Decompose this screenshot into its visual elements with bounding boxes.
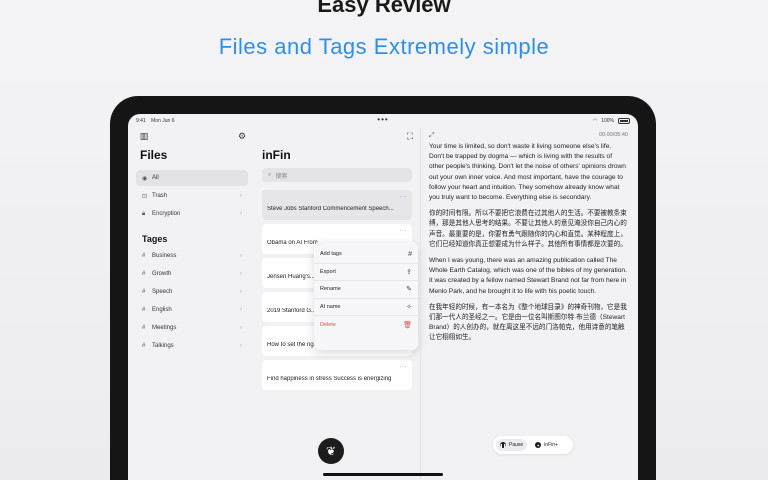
playback-timer: 00:00/05:40 <box>598 132 628 138</box>
menu-item-export[interactable]: Export ⇪ <box>314 264 418 281</box>
list-title: inFin <box>262 148 291 162</box>
hash-icon: # <box>142 271 146 277</box>
app-screen: 9:41 Mon Jun 6 ••• ◠ 100% ▥ ⚙ Files ◉ Al… <box>128 114 638 480</box>
chevron-right-icon: › <box>240 193 242 199</box>
menu-item-label: Add tags <box>320 251 342 258</box>
file-card-title: Find happiness in stress Success is ener… <box>267 376 392 382</box>
infin-label: inFin+ <box>544 442 558 448</box>
more-options-icon[interactable]: ··· <box>400 194 408 200</box>
infin-icon: ✦ <box>535 442 542 448</box>
multitask-dots-icon[interactable]: ••• <box>377 115 388 124</box>
chevron-right-icon: › <box>240 211 242 217</box>
files-title: Files <box>140 148 168 162</box>
lock-icon: 🔒︎ <box>142 210 146 217</box>
sidebar-item-trash[interactable]: ⊡ Trash › <box>136 188 248 204</box>
menu-item-label: Export <box>320 268 336 275</box>
menu-item-label: AI name <box>320 303 341 310</box>
expand-icon[interactable]: ⤢ <box>429 132 435 140</box>
search-icon: ⌕ <box>268 171 272 178</box>
search-placeholder: 搜索 <box>275 173 288 180</box>
transcript-paragraph: 你的时间有限。所以不要把它浪费在过其他人的生活。不要被教条束缚，那是其他人思考的… <box>429 210 627 248</box>
pause-label: Pause <box>509 442 524 448</box>
hash-icon: # <box>142 307 146 313</box>
menu-item-label: Rename <box>320 286 341 293</box>
sidebar-item-encryption[interactable]: 🔒︎ Encryption › <box>136 206 248 222</box>
chevron-right-icon: › <box>240 253 242 259</box>
trash-icon: ⊡ <box>142 193 148 200</box>
tag-item-business[interactable]: # Business › <box>136 248 248 264</box>
transcript-paragraph: When I was young, there was an amazing p… <box>429 257 627 295</box>
leaf-record-button[interactable]: ❦ <box>318 438 344 464</box>
battery-icon <box>618 118 630 124</box>
tags-section-title: Tages <box>142 234 168 244</box>
leaf-icon: ❦ <box>325 444 337 458</box>
transcript-paragraph: 在我年轻的时候，有一本名为《整个地球目录》的神奇刊物，它是我们那一代人的圣经之一… <box>429 303 627 342</box>
chevron-right-icon: › <box>240 307 242 313</box>
infin-plus-button[interactable]: ✦ inFin+ <box>531 439 562 451</box>
playback-controls: ❚❚ Pause ✦ inFin+ <box>493 436 573 454</box>
pause-button[interactable]: ❚❚ Pause <box>496 439 528 451</box>
tag-item-speech[interactable]: # Speech › <box>136 284 248 300</box>
status-time: 9:41 <box>136 118 146 124</box>
more-options-icon[interactable]: ··· <box>400 364 408 370</box>
transcript-paragraph: Your time is limited, so don't waste it … <box>429 143 626 202</box>
tag-item-meetings[interactable]: # Meetings › <box>136 320 248 336</box>
trash-icon: 🗑︎ <box>403 321 412 329</box>
chevron-right-icon: › <box>240 325 242 331</box>
pencil-icon: ✎ <box>406 286 412 294</box>
hero-title: Easy Review <box>317 0 451 17</box>
home-indicator[interactable] <box>323 473 443 476</box>
sidebar-item-label: Encryption <box>152 211 181 217</box>
hash-icon: # <box>142 325 146 331</box>
more-options-icon[interactable]: ··· <box>400 228 408 234</box>
file-card-title: Steve Jobs Stanford Commencement Speech.… <box>267 206 394 212</box>
sidebar-item-label: Trash <box>152 193 168 199</box>
menu-item-rename[interactable]: Rename ✎ <box>314 281 418 299</box>
file-card[interactable]: ··· Steve Jobs Stanford Commencement Spe… <box>262 190 412 220</box>
transcript-text: Your time is limited, so don't waste it … <box>429 142 628 350</box>
reader-pane: ⤢ 00:00/05:40 Your time is limited, so d… <box>420 128 638 480</box>
tag-item-growth[interactable]: # Growth › <box>136 266 248 282</box>
magic-wand-icon: ✧ <box>406 303 412 311</box>
tag-label: Business <box>152 253 177 259</box>
chevron-right-icon: › <box>240 289 242 295</box>
chevron-right-icon: › <box>240 343 242 349</box>
file-card[interactable]: ··· Find happiness in stress Success is … <box>262 360 412 390</box>
tag-item-talkings[interactable]: # Talkings › <box>136 338 248 354</box>
hash-icon: # <box>142 289 146 295</box>
share-icon: ⇪ <box>406 268 412 276</box>
menu-item-label: Delete <box>320 321 336 328</box>
tablet-frame: 9:41 Mon Jun 6 ••• ◠ 100% ▥ ⚙ Files ◉ Al… <box>110 96 656 480</box>
menu-item-delete[interactable]: Delete 🗑︎ <box>314 316 418 334</box>
hash-icon: # <box>408 250 412 258</box>
tag-label: Speech <box>152 289 173 295</box>
all-files-icon: ◉ <box>142 175 148 182</box>
sidebar-toggle-icon[interactable]: ▥ <box>138 130 150 142</box>
tag-item-english[interactable]: # English › <box>136 302 248 318</box>
hash-icon: # <box>142 253 146 259</box>
search-input[interactable]: ⌕ 搜索 <box>262 168 412 182</box>
files-sidebar: ▥ ⚙ Files ◉ All ⊡ Trash › 🔒︎ Encryption … <box>128 128 254 480</box>
menu-item-ai-name[interactable]: AI name ✧ <box>314 299 418 316</box>
tag-label: Talkings <box>152 343 174 349</box>
settings-gear-icon[interactable]: ⚙ <box>236 130 248 142</box>
tag-label: English <box>152 307 172 313</box>
tag-label: Growth <box>152 271 172 277</box>
scan-icon[interactable]: ⛶ <box>404 130 416 142</box>
tag-label: Meetings <box>152 325 177 331</box>
hash-icon: # <box>142 343 146 349</box>
pause-icon: ❚❚ <box>499 442 507 448</box>
sidebar-item-label: All <box>152 175 159 181</box>
chevron-right-icon: › <box>240 271 242 277</box>
sidebar-item-all[interactable]: ◉ All <box>136 170 248 186</box>
status-date: Mon Jun 6 <box>151 118 175 124</box>
battery-level: 100% <box>601 118 614 124</box>
context-menu: Add tags # Export ⇪ Rename ✎ AI name ✧ D… <box>314 242 418 350</box>
hero-subtitle: Files and Tags Extremely simple <box>218 34 550 59</box>
wifi-icon: ◠ <box>592 118 598 124</box>
menu-item-add-tags[interactable]: Add tags # <box>314 246 418 264</box>
status-bar: 9:41 Mon Jun 6 ••• ◠ 100% <box>128 114 638 128</box>
